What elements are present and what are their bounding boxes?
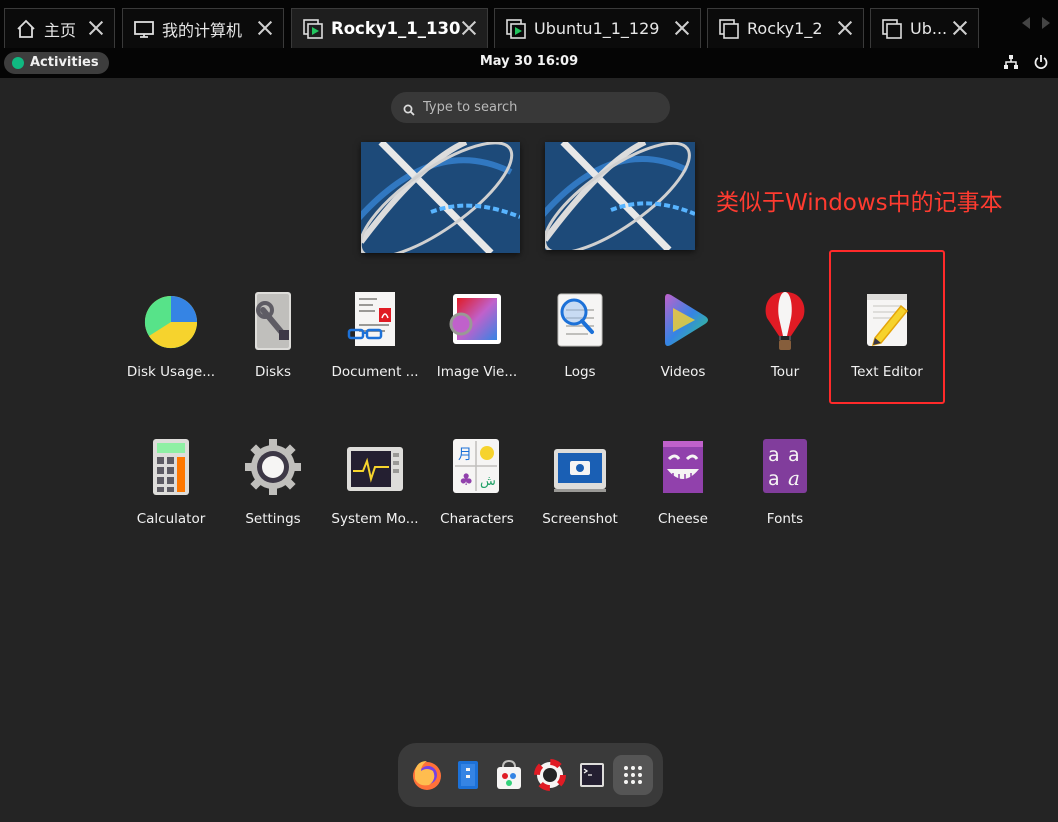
tour-icon: [753, 290, 817, 354]
tab-ubuntu-truncated[interactable]: Ub...: [870, 8, 979, 48]
system-tray[interactable]: [1004, 54, 1048, 74]
svg-text:♣: ♣: [459, 470, 473, 489]
tab-label: 主页: [44, 20, 77, 40]
vm-tab-bar: 主页 我的计算机 Rocky1_1_130 Ubuntu1_1_129 Rock…: [0, 0, 1058, 48]
search-input[interactable]: [423, 92, 658, 123]
app-label: Disks: [254, 364, 292, 380]
system-monitor-icon: [343, 437, 407, 501]
help-icon[interactable]: [530, 755, 570, 795]
app-cheese[interactable]: Cheese: [633, 437, 733, 527]
app-label: Disk Usage...: [126, 364, 216, 380]
close-icon[interactable]: [835, 18, 855, 38]
tab-ubuntu1-1-129[interactable]: Ubuntu1_1_129: [494, 8, 701, 48]
network-icon[interactable]: [1004, 54, 1018, 74]
app-fonts[interactable]: aaaa Fonts: [735, 437, 835, 527]
app-label: Document ...: [331, 364, 419, 380]
app-screenshot[interactable]: Screenshot: [530, 437, 630, 527]
workspace-thumbnail-2[interactable]: [545, 142, 695, 250]
power-icon[interactable]: [1034, 54, 1048, 74]
app-document-viewer[interactable]: Document ...: [325, 290, 425, 380]
tab-label: 我的计算机: [162, 20, 243, 40]
app-label: Text Editor: [851, 364, 923, 380]
computer-icon: [133, 18, 155, 40]
tab-label: Ubuntu1_1_129: [534, 19, 660, 38]
logs-icon: [548, 290, 612, 354]
disk-usage-icon: [139, 290, 203, 354]
app-label: System Mo...: [331, 511, 419, 527]
app-characters[interactable]: 月 ♣ ش Characters: [427, 437, 527, 527]
svg-text:a: a: [768, 468, 780, 490]
app-logs[interactable]: Logs: [530, 290, 630, 380]
fonts-icon: aaaa: [753, 437, 817, 501]
tab-rocky1-1-130[interactable]: Rocky1_1_130: [291, 8, 488, 48]
terminal-icon[interactable]: [572, 755, 612, 795]
app-label: Calculator: [136, 511, 206, 527]
vm-running-icon: [302, 18, 324, 40]
firefox-icon[interactable]: [407, 755, 447, 795]
videos-icon: [651, 290, 715, 354]
app-label: Fonts: [766, 511, 804, 527]
close-icon[interactable]: [950, 18, 970, 38]
app-calculator[interactable]: Calculator: [121, 437, 221, 527]
close-icon[interactable]: [86, 18, 106, 38]
files-icon[interactable]: [448, 755, 488, 795]
app-label: Characters: [440, 511, 514, 527]
tab-label: Rocky1_1_130: [331, 19, 461, 38]
app-text-editor[interactable]: Text Editor: [837, 290, 937, 380]
app-disks[interactable]: Disks: [223, 290, 323, 380]
app-label: Tour: [770, 364, 800, 380]
annotation-text: 类似于Windows中的记事本: [716, 190, 1003, 216]
svg-text:ش: ش: [480, 474, 496, 489]
cheese-icon: [651, 437, 715, 501]
app-label: Cheese: [658, 511, 708, 527]
gnome-top-bar: Activities May 30 16:09: [0, 48, 1058, 78]
tab-label: Rocky1_2: [747, 19, 823, 38]
document-viewer-icon: [343, 290, 407, 354]
app-tour[interactable]: Tour: [735, 290, 835, 380]
app-videos[interactable]: Videos: [633, 290, 733, 380]
vm-running-icon: [505, 18, 527, 40]
image-viewer-icon: [445, 290, 509, 354]
screenshot-icon: [548, 437, 612, 501]
app-label: Settings: [245, 511, 301, 527]
workspace-thumbnail-1[interactable]: [361, 142, 520, 253]
search-icon: [403, 101, 415, 116]
svg-text:月: 月: [458, 447, 472, 463]
tab-scroll-arrows[interactable]: [1018, 14, 1054, 32]
show-apps-icon[interactable]: [613, 755, 653, 795]
tab-my-computer[interactable]: 我的计算机: [122, 8, 284, 48]
tab-rocky1-2[interactable]: Rocky1_2: [707, 8, 864, 48]
text-editor-icon: [855, 290, 919, 354]
app-label: Logs: [564, 364, 596, 380]
software-icon[interactable]: [489, 755, 529, 795]
home-icon: [15, 18, 37, 40]
search-bar[interactable]: [391, 92, 670, 123]
svg-text:a: a: [788, 444, 800, 466]
svg-text:a: a: [768, 444, 780, 466]
disks-icon: [241, 290, 305, 354]
app-label: Videos: [660, 364, 706, 380]
app-system-monitor[interactable]: System Mo...: [325, 437, 425, 527]
dash: [398, 743, 663, 807]
clock[interactable]: May 30 16:09: [0, 54, 1058, 69]
calculator-icon: [139, 437, 203, 501]
svg-text:a: a: [788, 466, 800, 490]
close-icon[interactable]: [459, 18, 479, 38]
app-settings[interactable]: Settings: [223, 437, 323, 527]
vm-icon: [718, 18, 740, 40]
app-disk-usage[interactable]: Disk Usage...: [121, 290, 221, 380]
tab-label: Ub...: [910, 19, 948, 38]
characters-icon: 月 ♣ ش: [445, 437, 509, 501]
app-image-viewer[interactable]: Image Vie...: [427, 290, 527, 380]
close-icon[interactable]: [672, 18, 692, 38]
vm-icon: [881, 18, 903, 40]
close-icon[interactable]: [255, 18, 275, 38]
app-label: Screenshot: [542, 511, 618, 527]
settings-icon: [241, 437, 305, 501]
tab-home[interactable]: 主页: [4, 8, 115, 48]
app-label: Image Vie...: [436, 364, 518, 380]
